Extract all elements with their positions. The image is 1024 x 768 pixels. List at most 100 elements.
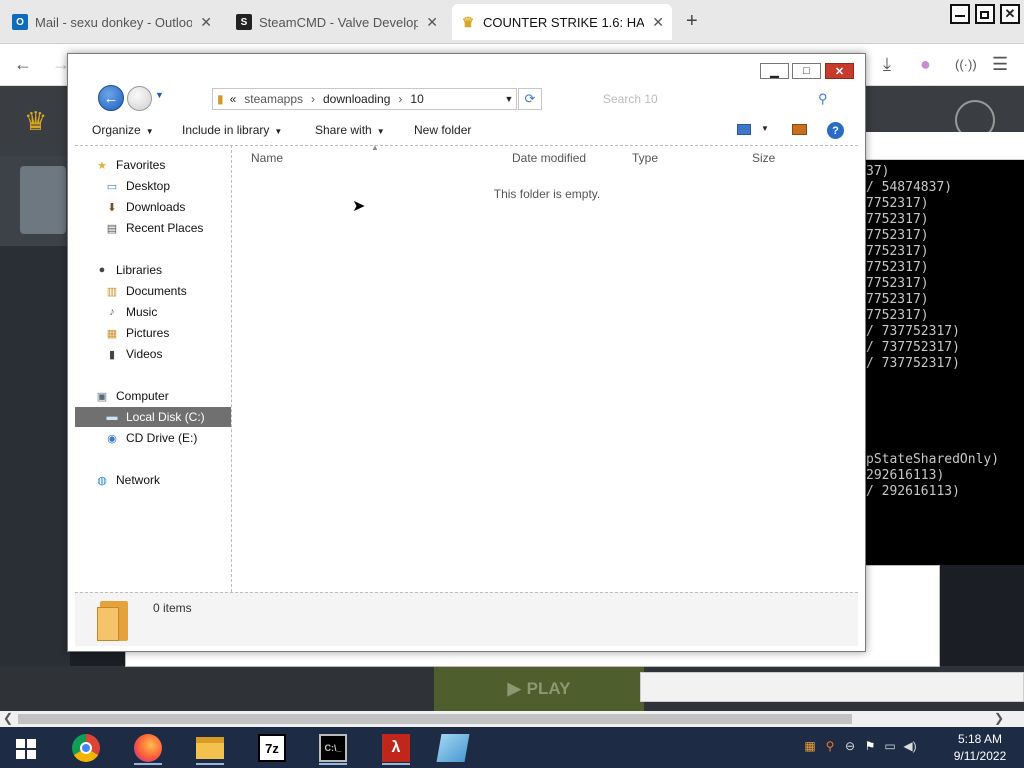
steamcmd-console[interactable]: 37)/ 54874837) 7752317) 7752317) 7752317) 77… — [860, 160, 1024, 565]
star-icon: ★ — [97, 159, 107, 172]
nav-item-downloads[interactable]: ⬇ Downloads — [75, 197, 231, 217]
include-in-library-button[interactable]: Include in library ▼ — [182, 123, 282, 137]
navigation-pane: ★ Favorites ▭ Desktop ⬇ Downloads ▤ Rece… — [75, 145, 232, 592]
nav-item-network[interactable]: ◍ Network — [75, 470, 231, 490]
breadcrumb[interactable]: downloading — [323, 92, 390, 106]
play-label: PLAY — [526, 678, 571, 698]
volume-icon[interactable]: ◀) — [902, 738, 918, 754]
breadcrumb[interactable]: steamapps — [244, 92, 303, 106]
column-header-date-modified[interactable]: Date modified — [512, 151, 586, 165]
tab-steamcmd[interactable]: S SteamCMD - Valve Developer C ✕ — [228, 4, 446, 40]
minimize-button[interactable]: ▁ — [760, 63, 789, 79]
console-line: / 292616113) — [866, 484, 960, 499]
file-list[interactable]: ▲ Name Date modified Type Size This fold… — [233, 143, 858, 592]
help-icon[interactable]: ? — [827, 122, 844, 139]
downloads-icon: ⬇ — [107, 201, 117, 214]
include-in-library-label: Include in library — [182, 123, 270, 137]
column-header-name[interactable]: Name — [251, 151, 283, 165]
nav-item-documents[interactable]: ▥ Documents — [75, 281, 231, 301]
nav-item-cd-drive[interactable]: ◉ CD Drive (E:) — [75, 428, 231, 448]
page-horizontal-scrollbar[interactable]: ❮ ❯ — [0, 711, 1024, 727]
clock[interactable]: 5:18 AM 9/11/2022 — [940, 731, 1020, 765]
back-arrow-icon[interactable]: ← — [14, 54, 32, 75]
close-browser-button[interactable]: ✕ — [1000, 4, 1020, 24]
game-thumbnail[interactable] — [20, 166, 66, 234]
maximize-button[interactable]: □ — [792, 63, 821, 79]
firefox-icon[interactable] — [130, 731, 166, 765]
close-tab-icon[interactable]: ✕ — [652, 14, 664, 31]
chevron-right-icon[interactable]: › — [311, 92, 315, 106]
refresh-button[interactable]: ⟳ — [518, 88, 542, 110]
scroll-left-icon[interactable]: ❮ — [3, 711, 13, 725]
explorer-titlebar[interactable]: ▁ □ ✕ — [68, 54, 865, 84]
nav-item-computer[interactable]: ▣ Computer — [75, 386, 231, 406]
tab-outlook[interactable]: O Mail - sexu donkey - Outlook ✕ — [4, 4, 220, 40]
breadcrumb[interactable]: 10 — [410, 92, 423, 106]
background-window-scrollbar[interactable] — [640, 672, 1024, 702]
command-prompt-icon[interactable]: C:\_ — [315, 731, 351, 765]
column-header-size[interactable]: Size — [752, 151, 775, 165]
computer-icon: ▣ — [96, 390, 108, 403]
nav-item-label: Recent Places — [126, 221, 204, 235]
account-icon[interactable]: ● — [920, 54, 931, 75]
recent-pages-dropdown[interactable]: ▼ — [155, 90, 164, 100]
menu-icon[interactable]: ☰ — [992, 54, 1008, 75]
file-explorer-icon[interactable] — [192, 731, 228, 765]
search-tray-icon[interactable]: ⚲ — [822, 738, 838, 754]
organize-button[interactable]: Organize ▼ — [92, 123, 154, 137]
forward-button[interactable] — [127, 86, 152, 111]
restore-browser-button[interactable] — [975, 4, 995, 24]
half-life-icon[interactable]: λ — [378, 731, 414, 765]
search-input[interactable]: Search 10 — [596, 88, 834, 110]
status-tray-icon[interactable]: ⊖ — [842, 738, 858, 754]
column-header-type[interactable]: Type — [632, 151, 658, 165]
mouse-cursor-icon: ➤ — [352, 198, 366, 215]
address-dropdown-icon[interactable]: ▼ — [502, 88, 516, 110]
videos-icon: ▮ — [108, 348, 116, 361]
preview-pane-icon[interactable] — [792, 124, 807, 135]
nav-item-music[interactable]: ♪ Music — [75, 302, 231, 322]
nav-item-pictures[interactable]: ▦ Pictures — [75, 323, 231, 343]
change-view-icon[interactable] — [737, 124, 751, 135]
site-logo-crown-icon[interactable]: ♛ — [24, 106, 47, 137]
address-overflow[interactable]: « — [230, 92, 237, 106]
nav-item-desktop[interactable]: ▭ Desktop — [75, 176, 231, 196]
download-icon[interactable]: ⤓ — [883, 54, 891, 75]
close-tab-icon[interactable]: ✕ — [200, 14, 212, 31]
app-tray-icon[interactable]: ▦ — [802, 738, 818, 754]
nav-item-libraries[interactable]: ● Libraries — [75, 260, 231, 280]
nav-item-local-disk[interactable]: ▬ Local Disk (C:) — [75, 407, 231, 427]
search-icon[interactable]: ⚲ — [818, 91, 828, 107]
play-button[interactable]: ▶ PLAY — [434, 666, 644, 711]
close-tab-icon[interactable]: ✕ — [426, 14, 438, 31]
tab-counter-strike[interactable]: ♛ COUNTER STRIKE 1.6: HALF LIFE ✕ — [452, 4, 672, 40]
7zip-icon[interactable]: 7z — [254, 731, 290, 765]
console-line: / 737752317) — [866, 340, 960, 355]
scroll-right-icon[interactable]: ❯ — [994, 711, 1004, 725]
chrome-icon[interactable] — [68, 731, 104, 765]
tab-title: COUNTER STRIKE 1.6: HALF LIFE — [483, 14, 645, 30]
address-bar[interactable]: ▮ « steamapps › downloading › 10 — [212, 88, 517, 110]
nav-item-videos[interactable]: ▮ Videos — [75, 344, 231, 364]
share-with-button[interactable]: Share with ▼ — [315, 123, 385, 137]
scrollbar-thumb[interactable] — [18, 714, 852, 724]
network-tray-icon[interactable]: ▭ — [882, 738, 898, 754]
flag-icon[interactable]: ⚑ — [862, 738, 878, 754]
minimize-browser-button[interactable] — [950, 4, 970, 24]
start-button[interactable] — [16, 739, 36, 759]
nav-item-recent-places[interactable]: ▤ Recent Places — [75, 218, 231, 238]
view-options-dropdown[interactable]: ▼ — [761, 124, 769, 133]
nav-item-favorites[interactable]: ★ Favorites — [75, 155, 231, 175]
console-line: / 54874837) — [866, 180, 953, 195]
extension-icon[interactable]: ((·)) — [955, 57, 977, 72]
desktop-icon: ▭ — [106, 180, 118, 193]
new-folder-button[interactable]: New folder — [414, 123, 471, 137]
back-button[interactable]: ← — [98, 85, 124, 111]
browser-tab-strip: O Mail - sexu donkey - Outlook ✕ S Steam… — [0, 0, 1024, 44]
console-line: 7752317) — [866, 260, 929, 275]
close-button[interactable]: ✕ — [825, 63, 854, 79]
chevron-right-icon[interactable]: › — [398, 92, 402, 106]
new-tab-button[interactable]: + — [686, 10, 698, 33]
notepad-icon[interactable] — [435, 731, 471, 765]
